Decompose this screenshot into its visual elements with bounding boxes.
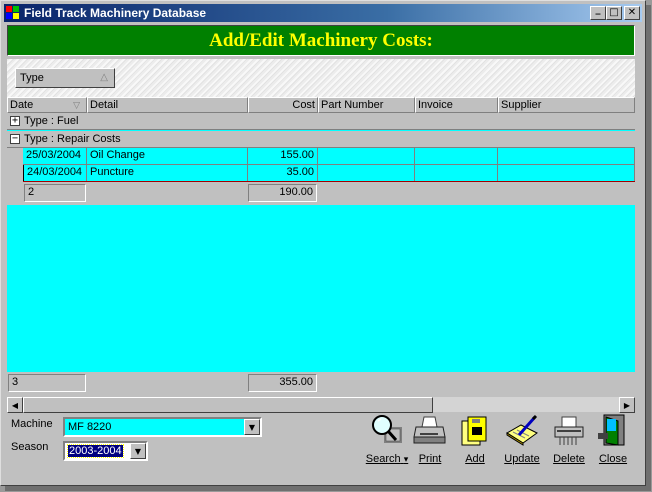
dropdown-button[interactable]: ▼: [244, 419, 260, 435]
column-header-invoice[interactable]: Invoice: [415, 97, 498, 113]
sort-ascending-icon: △: [100, 72, 108, 83]
total-count: 3: [8, 374, 86, 392]
chevron-down-icon: ▾: [403, 454, 409, 464]
add-record-icon: [458, 413, 492, 447]
group-count: 2: [24, 184, 86, 202]
close-window-button[interactable]: ✕: [624, 6, 640, 20]
print-label: Print: [418, 453, 442, 465]
page-banner: Add/Edit Machinery Costs:: [7, 25, 635, 56]
group-chip-label: Type: [20, 72, 44, 84]
arrow-left-icon: ◀: [11, 400, 19, 410]
column-header-part-number[interactable]: Part Number: [318, 97, 415, 113]
cell-cost[interactable]: 35.00: [248, 165, 318, 182]
collapse-icon[interactable]: −: [10, 134, 20, 144]
arrow-right-icon: ▶: [623, 400, 631, 410]
add-button[interactable]: Add: [458, 413, 492, 471]
delete-button[interactable]: Delete: [550, 413, 588, 471]
dropdown-button[interactable]: ▼: [130, 443, 146, 459]
close-label: Close: [598, 453, 628, 465]
cell-supplier[interactable]: [498, 148, 635, 165]
scroll-thumb[interactable]: [23, 397, 433, 413]
add-label: Add: [465, 453, 485, 465]
delete-label: Delete: [553, 453, 585, 465]
group-label: Type : Fuel: [24, 115, 79, 127]
sort-descending-icon: ▽: [73, 100, 80, 110]
update-label: Update: [504, 453, 540, 465]
app-icon: [6, 6, 20, 20]
search-label: Search: [365, 453, 401, 465]
cell-detail[interactable]: Oil Change: [87, 148, 248, 165]
window-title: Field Track Machinery Database: [24, 6, 207, 20]
cell-supplier[interactable]: [498, 165, 635, 182]
scroll-left-button[interactable]: ◀: [7, 397, 23, 413]
season-select[interactable]: 2003-2004 ▼: [63, 441, 148, 461]
expand-icon[interactable]: +: [10, 116, 20, 126]
total-cost: 355.00: [248, 374, 317, 392]
shredder-icon: [552, 413, 586, 447]
cell-detail[interactable]: Puncture: [87, 165, 248, 182]
maximize-icon: □: [609, 7, 619, 18]
column-header-cost[interactable]: Cost: [248, 97, 318, 113]
main-window: Field Track Machinery Database _ □ ✕ Add…: [0, 0, 646, 486]
season-label: Season: [11, 441, 49, 453]
scroll-right-button[interactable]: ▶: [619, 397, 635, 413]
close-button[interactable]: Close: [596, 413, 630, 471]
season-value: 2003-2004: [67, 444, 124, 458]
chevron-down-icon: ▼: [248, 422, 256, 432]
machine-select[interactable]: MF 8220 ▼: [63, 417, 262, 437]
title-bar[interactable]: Field Track Machinery Database _ □ ✕: [4, 4, 642, 22]
cell-part-number[interactable]: [318, 148, 415, 165]
machine-label: Machine: [11, 418, 53, 430]
group-by-panel[interactable]: Type △: [7, 59, 635, 97]
print-button[interactable]: Print: [413, 413, 447, 471]
horizontal-scrollbar[interactable]: ◀ ▶: [7, 396, 635, 413]
column-header-detail[interactable]: Detail: [87, 97, 248, 113]
page-title: Add/Edit Machinery Costs:: [209, 29, 433, 51]
maximize-button[interactable]: □: [606, 6, 622, 20]
cell-date[interactable]: 24/03/2004: [23, 165, 87, 182]
group-cost-total: 190.00: [248, 184, 317, 202]
cell-date[interactable]: 25/03/2004: [23, 148, 87, 165]
edit-book-icon: [505, 413, 539, 447]
group-by-type-chip[interactable]: Type △: [15, 68, 115, 88]
group-row-repair-costs[interactable]: − Type : Repair Costs: [7, 131, 635, 148]
update-button[interactable]: Update: [502, 413, 542, 471]
column-header-supplier[interactable]: Supplier: [498, 97, 635, 113]
cell-invoice[interactable]: [415, 165, 498, 182]
machine-value: MF 8220: [68, 421, 112, 433]
group-summary-row: [23, 182, 635, 205]
minimize-button[interactable]: _: [590, 4, 606, 20]
group-indent: [7, 148, 23, 205]
cell-cost[interactable]: 155.00: [248, 148, 318, 165]
costs-grid[interactable]: Date ▽ Detail Cost Part Number Invoice S…: [7, 97, 635, 394]
cell-invoice[interactable]: [415, 148, 498, 165]
printer-icon: [413, 413, 447, 447]
search-button[interactable]: Search ▾: [365, 413, 409, 471]
chevron-down-icon: ▼: [134, 446, 142, 456]
group-row-fuel[interactable]: + Type : Fuel: [7, 113, 635, 130]
close-icon: ✕: [627, 7, 637, 18]
column-header-date[interactable]: Date ▽: [7, 97, 87, 113]
group-label: Type : Repair Costs: [24, 133, 121, 145]
search-icon: [370, 413, 404, 447]
minimize-icon: _: [595, 4, 601, 15]
grid-footer-row: [7, 372, 635, 394]
exit-door-icon: [596, 413, 630, 447]
cell-part-number[interactable]: [318, 165, 415, 182]
